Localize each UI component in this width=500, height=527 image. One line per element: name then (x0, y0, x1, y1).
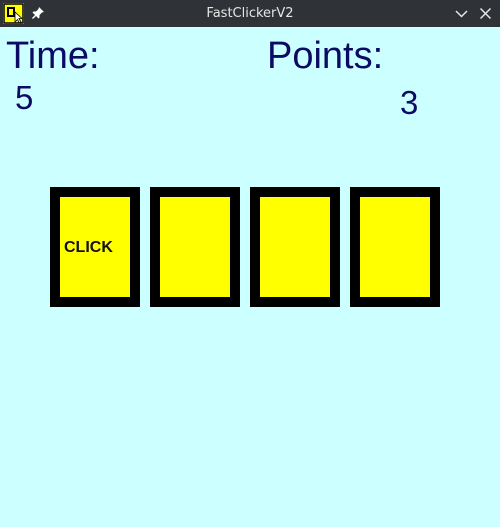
card-face[interactable] (160, 197, 230, 297)
chevron-down-icon[interactable] (453, 5, 470, 22)
window-title: FastClickerV2 (206, 6, 294, 21)
close-icon[interactable] (477, 5, 494, 22)
points-label: Points: (267, 35, 384, 77)
click-card-4[interactable] (350, 187, 440, 307)
card-face[interactable]: CLICK (60, 197, 130, 297)
click-card-3[interactable] (250, 187, 340, 307)
window-titlebar: FastClickerV2 (0, 0, 500, 27)
time-label: Time: (6, 35, 100, 77)
click-card-2[interactable] (150, 187, 240, 307)
card-face[interactable] (360, 197, 430, 297)
card-label: CLICK (64, 239, 113, 256)
time-value: 5 (15, 79, 34, 116)
points-value: 3 (400, 84, 419, 121)
card-face[interactable] (260, 197, 330, 297)
click-card-1[interactable]: CLICK (50, 187, 140, 307)
